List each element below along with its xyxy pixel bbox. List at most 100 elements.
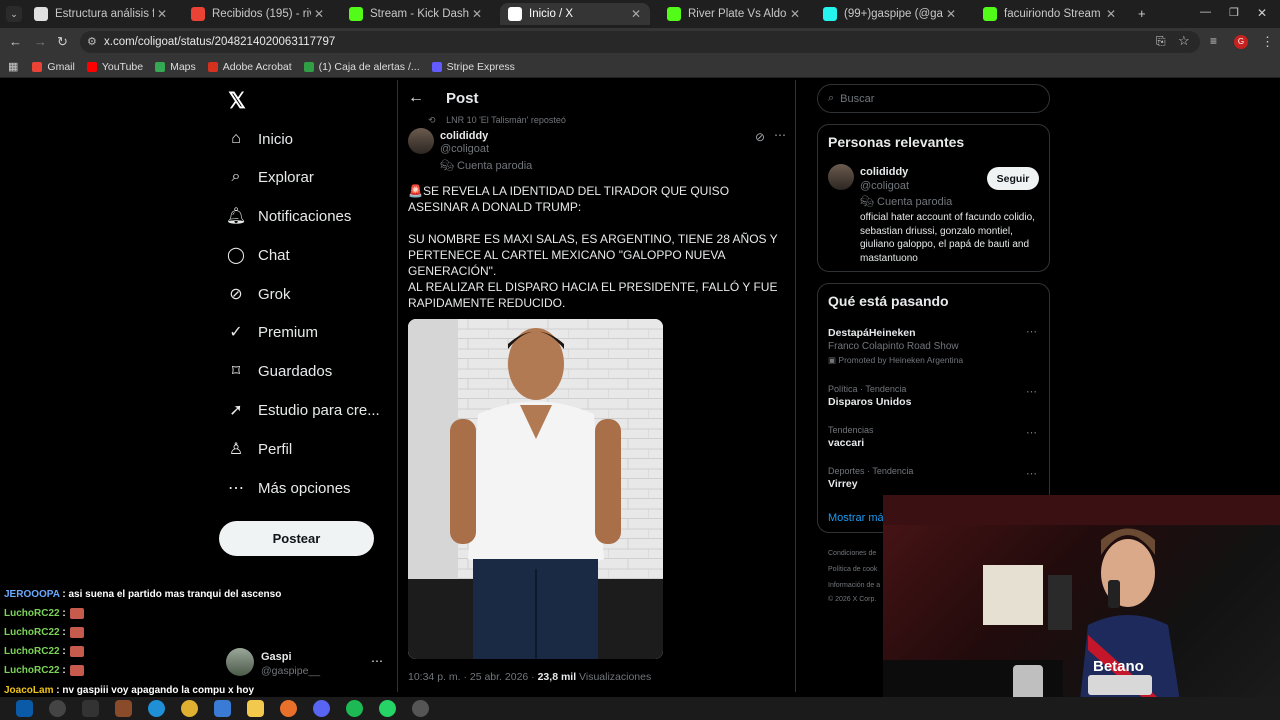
taskbar-spotify-icon[interactable] — [346, 700, 363, 717]
account-more-icon[interactable]: ⋯ — [371, 654, 383, 668]
bookmark-label: Gmail — [47, 60, 75, 73]
tab-close-icon[interactable]: ✕ — [943, 7, 959, 21]
footer-link[interactable]: Condiciones de — [828, 550, 876, 557]
post-button[interactable]: Postear — [219, 521, 374, 556]
browser-tab[interactable]: River Plate Vs Aldosivi - Result✕ — [659, 3, 809, 25]
trend-more-icon[interactable]: ⋯ — [1026, 426, 1037, 439]
author-name[interactable]: colididdy — [440, 130, 488, 142]
bookmark-item[interactable]: Gmail — [32, 60, 75, 73]
author-handle[interactable]: @coligoat — [440, 143, 489, 155]
author-avatar[interactable] — [408, 128, 434, 154]
taskbar-discord-icon[interactable] — [313, 700, 330, 717]
relevant-user-avatar[interactable] — [828, 164, 854, 190]
sidebar-item-home[interactable]: ⌂ Inicio — [226, 127, 293, 151]
back-arrow-icon[interactable]: ← — [408, 89, 424, 107]
apps-grid-icon[interactable]: ▦ — [8, 60, 18, 73]
tab-close-icon[interactable]: ✕ — [628, 7, 644, 21]
footer-link[interactable]: Información de a — [828, 582, 880, 589]
browser-tab[interactable]: Estructura análisis fútbol✕ — [26, 3, 176, 25]
site-info-icon[interactable]: ⚙ — [87, 35, 97, 48]
star-icon[interactable]: ☆ — [1178, 33, 1190, 49]
sidebar-item-more-options[interactable]: ⋯ Más opciones — [226, 476, 351, 500]
search-placeholder: Buscar — [840, 92, 875, 105]
repost-indicator[interactable]: ⟲ LNR 10 'El Talismán' reposteó — [428, 115, 566, 126]
reload-icon[interactable]: ↻ — [57, 34, 68, 50]
taskbar-edge-icon[interactable] — [148, 700, 165, 717]
minimize-icon[interactable]: — — [1200, 6, 1211, 18]
new-tab-icon[interactable]: + — [1138, 6, 1146, 21]
post-photo[interactable] — [408, 319, 663, 659]
restore-icon[interactable]: ❐ — [1229, 6, 1239, 19]
taskbar-start-icon[interactable] — [16, 700, 33, 717]
profile-avatar-icon[interactable]: G — [1234, 35, 1248, 49]
sidebar-item-bell[interactable]: 🔔︎ Notificaciones — [226, 204, 352, 228]
trend-more-icon[interactable]: ⋯ — [1026, 467, 1037, 480]
webcam-overlay: Betano — [883, 495, 1280, 720]
tab-favicon-icon — [823, 7, 837, 21]
sidebar-item-bookmark[interactable]: ⌑ Guardados — [226, 359, 332, 383]
menu-kebab-icon[interactable]: ⋮ — [1261, 34, 1274, 50]
follow-button[interactable]: Seguir — [987, 167, 1039, 190]
tab-close-icon[interactable]: ✕ — [154, 7, 170, 21]
bookmark-item[interactable]: Maps — [155, 61, 196, 73]
tab-search-icon[interactable]: ⌄ — [6, 6, 22, 22]
browser-tab[interactable]: Recibidos (195) - riverunidos91✕ — [183, 3, 333, 25]
trend-item[interactable]: Deportes · Tendencia Virrey — [828, 466, 1038, 490]
sidebar-item-grok[interactable]: ⊘ Grok — [226, 282, 290, 306]
post-timestamp[interactable]: 10:34 p. m. · 25 abr. 2026 · — [408, 671, 535, 683]
taskbar-taskview-icon[interactable] — [82, 700, 99, 717]
trend-more-icon[interactable]: ⋯ — [1026, 385, 1037, 398]
relevant-user-handle[interactable]: @coligoat — [860, 180, 909, 192]
trend-item[interactable]: Tendencias vaccari — [828, 425, 1038, 449]
sidebar-item-rocket[interactable]: ➚ Estudio para cre... — [226, 398, 379, 422]
post-more-icon[interactable]: ⋯ — [774, 128, 786, 142]
taskbar-search-icon[interactable] — [49, 700, 66, 717]
sidebar-item-profile[interactable]: ♙ Perfil — [226, 437, 292, 461]
grok-explain-icon[interactable]: ⊘ — [755, 130, 765, 144]
footer-link[interactable]: Política de cook — [828, 566, 877, 573]
tab-close-icon[interactable]: ✕ — [787, 7, 803, 21]
account-avatar[interactable] — [226, 648, 254, 676]
post-photo-image — [408, 319, 663, 659]
tab-close-icon[interactable]: ✕ — [469, 7, 485, 21]
tab-close-icon[interactable]: ✕ — [1103, 7, 1119, 21]
media-controls-icon[interactable]: ≡ — [1210, 34, 1217, 48]
show-more-link[interactable]: Mostrar más — [828, 512, 889, 524]
browser-tab[interactable]: Stream - Kick Dashboard✕ — [341, 3, 491, 25]
browser-tab[interactable]: facuiriondo Stream - Watch Liv✕ — [975, 3, 1125, 25]
search-input[interactable]: ⌕ Buscar — [817, 84, 1050, 113]
chat-emote-icon — [70, 646, 85, 657]
bookmark-item[interactable]: YouTube — [86, 61, 143, 73]
taskbar-firefox-icon[interactable] — [280, 700, 297, 717]
trend-item[interactable]: Política · Tendencia Disparos Unidos — [828, 384, 1038, 408]
address-bar[interactable]: ⚙ x.com/coligoat/status/2048214020063117… — [80, 31, 1200, 53]
browser-tab[interactable]: (99+)gaspipe (@gaspi.pe) | Tik✕ — [815, 3, 965, 25]
taskbar-files-icon[interactable] — [247, 700, 264, 717]
install-icon[interactable]: ⎘ — [1156, 34, 1166, 49]
relevant-user-name[interactable]: colididdy — [860, 166, 908, 178]
taskbar-store-icon[interactable] — [214, 700, 231, 717]
tab-close-icon[interactable]: ✕ — [311, 7, 327, 21]
sidebar-item-premium[interactable]: ✓ Premium — [226, 320, 318, 344]
trend-more-icon[interactable]: ⋯ — [1026, 325, 1037, 338]
post-views-label: Visualizaciones — [579, 671, 652, 683]
x-logo-icon[interactable]: 𝕏 — [226, 88, 248, 114]
sidebar-item-search[interactable]: ⌕ Explorar — [226, 165, 314, 189]
taskbar-chrome-icon[interactable] — [181, 700, 198, 717]
taskbar-whatsapp-icon[interactable] — [379, 700, 396, 717]
taskbar-app-icon[interactable] — [115, 700, 132, 717]
bookmark-item[interactable]: Stripe Express — [431, 61, 515, 73]
trend-item[interactable]: DestapáHeineken Franco Colapinto Road Sh… — [828, 325, 1038, 366]
close-window-icon[interactable]: ✕ — [1257, 6, 1267, 20]
back-icon[interactable]: ← — [9, 34, 22, 49]
post-views-count: 23,8 mil — [537, 671, 577, 683]
forward-icon[interactable]: → — [34, 34, 47, 49]
taskbar-obs-icon[interactable] — [412, 700, 429, 717]
bookmark-item[interactable]: (1) Caja de alertas /... — [303, 61, 420, 73]
browser-tab[interactable]: Inicio / X ✕ — [500, 3, 650, 25]
account-handle[interactable]: @gaspipe__ — [261, 665, 320, 677]
bookmark-item[interactable]: Adobe Acrobat — [207, 61, 292, 73]
sidebar-item-chat[interactable]: ◯ Chat — [226, 243, 290, 267]
trend-name: vaccari — [828, 437, 865, 449]
account-name[interactable]: Gaspi — [261, 651, 292, 663]
